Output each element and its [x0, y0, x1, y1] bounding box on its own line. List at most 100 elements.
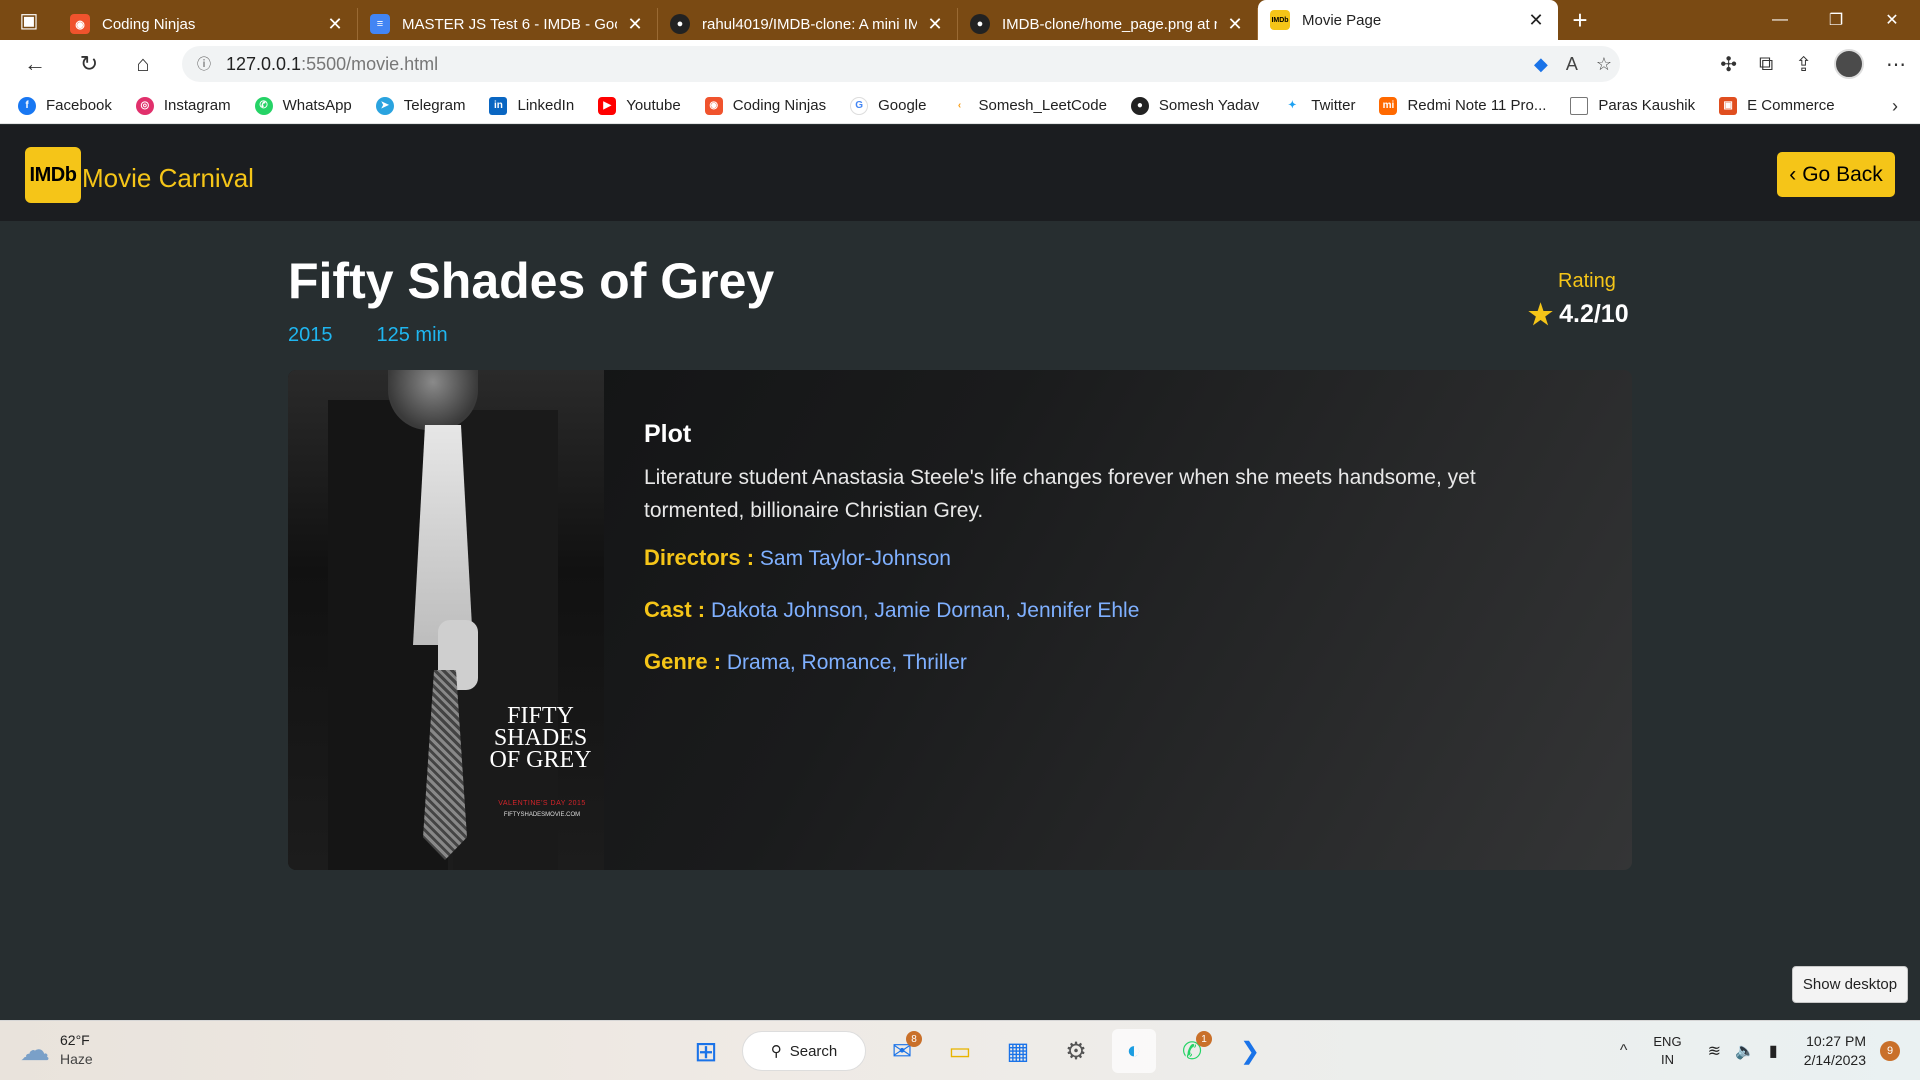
close-icon[interactable]: ✕: [925, 14, 945, 35]
go-back-label: Go Back: [1802, 162, 1883, 186]
restore-icon[interactable]: ❐: [1808, 0, 1864, 40]
notification-badge[interactable]: 9: [1880, 1041, 1900, 1061]
genre-value: Drama, Romance, Thriller: [726, 651, 967, 674]
bookmark-redmi[interactable]: mi Redmi Note 11 Pro...: [1379, 96, 1547, 115]
tab-strip: ▣ ◉ Coding Ninjas ✕ ≡ MASTER JS Test 6 -…: [0, 0, 1920, 40]
genre-row: Genre : Drama, Romance, Thriller: [644, 649, 1574, 675]
site-info-icon[interactable]: ⓘ: [182, 54, 226, 74]
directors-value: Sam Taylor-Johnson: [759, 547, 951, 570]
whatsapp-icon: ✆: [254, 96, 273, 115]
bookmark-label: Paras Kaushik: [1598, 97, 1696, 114]
mail-icon[interactable]: ✉ 8: [880, 1029, 924, 1073]
go-back-button[interactable]: ‹ Go Back: [1777, 152, 1895, 197]
bookmark-leetcode[interactable]: ‹ Somesh_LeetCode: [950, 96, 1107, 115]
share-icon[interactable]: ⇪: [1795, 52, 1812, 77]
tab-actions-icon[interactable]: ▣: [0, 0, 58, 40]
leetcode-icon: ‹: [950, 96, 969, 115]
address-bar[interactable]: ⓘ 127.0.0.1:5500/movie.html ◆ A ☆: [182, 46, 1620, 82]
temperature: 62°F: [60, 1032, 90, 1048]
weather-condition: Haze: [60, 1051, 93, 1067]
whatsapp-badge: 1: [1196, 1031, 1212, 1047]
microsoft-store-icon[interactable]: ▦: [996, 1029, 1040, 1073]
new-tab-icon[interactable]: +: [1558, 5, 1602, 36]
movie-runtime: 125 min: [376, 324, 448, 346]
file-explorer-icon[interactable]: ▭: [938, 1029, 982, 1073]
plot-heading: Plot: [644, 420, 692, 448]
favorite-star-icon[interactable]: ☆: [1596, 54, 1612, 75]
date: 2/14/2023: [1803, 1052, 1866, 1068]
site-navbar: IMDb Movie Carnival ‹ Go Back: [0, 125, 1920, 221]
coding-ninjas-icon: ◉: [704, 96, 723, 115]
bookmark-google[interactable]: G Google: [850, 96, 926, 115]
extensions-icon[interactable]: ✣: [1720, 52, 1737, 77]
movie-card: FIFTY SHADES OF GREY VALENTINE'S DAY 201…: [288, 370, 1632, 870]
close-icon[interactable]: ✕: [1526, 10, 1546, 31]
show-desktop-tooltip: Show desktop: [1792, 966, 1908, 1003]
taskbar-search[interactable]: ⚲ Search: [742, 1031, 866, 1071]
home-icon[interactable]: ⌂: [116, 40, 170, 88]
tab-master-js-test[interactable]: ≡ MASTER JS Test 6 - IMDB - Goog ✕: [358, 8, 658, 40]
bookmark-youtube[interactable]: ▶ Youtube: [598, 96, 681, 115]
imdb-logo[interactable]: IMDb: [25, 147, 81, 203]
bookmark-e-commerce[interactable]: ▣ E Commerce: [1719, 96, 1835, 115]
bookmark-coding-ninjas[interactable]: ◉ Coding Ninjas: [704, 96, 827, 115]
rating: ★ 4.2/10: [1528, 298, 1629, 331]
facebook-icon: f: [18, 96, 36, 115]
clock[interactable]: 10:27 PM 2/14/2023: [1804, 1032, 1866, 1070]
tab-coding-ninjas[interactable]: ◉ Coding Ninjas ✕: [58, 8, 358, 40]
bookmark-twitter[interactable]: ✦ Twitter: [1283, 96, 1355, 115]
more-options-icon[interactable]: ⋯: [1886, 52, 1906, 77]
star-icon: ★: [1528, 299, 1554, 330]
system-tray: ^ ENG IN ≋ 🔈 ▮ 10:27 PM 2/14/2023 9: [1620, 1021, 1920, 1080]
poster-title: FIFTY SHADES OF GREY: [489, 703, 592, 773]
bookmark-linkedin[interactable]: in LinkedIn: [489, 96, 575, 115]
vscode-icon[interactable]: ❯: [1228, 1029, 1272, 1073]
tab-movie-page[interactable]: IMDb Movie Page ✕: [1258, 0, 1558, 40]
bookmark-instagram[interactable]: ◎ Instagram: [135, 96, 231, 115]
volume-icon[interactable]: 🔈: [1735, 1041, 1755, 1061]
movie-year: 2015: [288, 324, 333, 346]
edge-browser-icon[interactable]: ◐: [1112, 1029, 1156, 1073]
bookmark-whatsapp[interactable]: ✆ WhatsApp: [254, 96, 352, 115]
read-aloud-icon[interactable]: A: [1566, 54, 1578, 75]
close-icon[interactable]: ✕: [1225, 14, 1245, 35]
collections-icon[interactable]: ⧉: [1759, 53, 1773, 76]
refresh-icon[interactable]: ↻: [62, 40, 116, 88]
language-indicator[interactable]: ENG IN: [1653, 1033, 1681, 1069]
close-icon[interactable]: ✕: [325, 14, 345, 35]
windows-start-icon[interactable]: ⊞: [684, 1029, 728, 1073]
imdb-icon: IMDb: [1270, 10, 1290, 30]
bookmark-somesh-yadav[interactable]: ● Somesh Yadav: [1130, 96, 1259, 115]
chevron-right-icon[interactable]: ›: [1892, 96, 1898, 117]
bookmark-paras-kaushik[interactable]: Paras Kaushik: [1570, 96, 1696, 115]
close-window-icon[interactable]: ✕: [1864, 0, 1920, 40]
weather-widget[interactable]: ☁ 62°F Haze: [20, 1031, 93, 1069]
instagram-icon: ◎: [135, 96, 154, 115]
bookmark-facebook[interactable]: f Facebook: [18, 96, 112, 115]
url-host: 127.0.0.1: [226, 53, 302, 74]
tab-github-image[interactable]: ● IMDB-clone/home_page.png at r ✕: [958, 8, 1258, 40]
search-icon: ⚲: [770, 1043, 782, 1060]
bookmark-telegram[interactable]: ➤ Telegram: [375, 96, 465, 115]
back-icon[interactable]: ←: [8, 40, 62, 88]
bookmark-label: Coding Ninjas: [732, 97, 827, 114]
telegram-icon: ➤: [375, 96, 394, 115]
tab-github-repo[interactable]: ● rahul4019/IMDB-clone: A mini IM ✕: [658, 8, 958, 40]
wifi-icon[interactable]: ≋: [1708, 1041, 1721, 1061]
url-text: 127.0.0.1:5500/movie.html: [226, 54, 438, 75]
whatsapp-icon[interactable]: ✆ 1: [1170, 1029, 1214, 1073]
bookmark-label: Redmi Note 11 Pro...: [1407, 97, 1547, 114]
settings-icon[interactable]: ⚙: [1054, 1029, 1098, 1073]
brand-name[interactable]: Movie Carnival: [82, 163, 254, 194]
chevron-up-icon[interactable]: ^: [1620, 1042, 1628, 1060]
battery-icon[interactable]: ▮: [1769, 1041, 1778, 1061]
window-controls: — ❐ ✕: [1752, 0, 1920, 40]
shopping-tag-icon[interactable]: ◆: [1534, 54, 1548, 75]
minimize-icon[interactable]: —: [1752, 0, 1808, 40]
close-icon[interactable]: ✕: [625, 14, 645, 35]
twitter-icon: ✦: [1283, 96, 1302, 115]
linkedin-icon: in: [489, 96, 508, 115]
profile-avatar[interactable]: [1834, 49, 1864, 79]
bookmark-label: LinkedIn: [517, 97, 575, 114]
movie-title: Fifty Shades of Grey: [288, 253, 775, 309]
